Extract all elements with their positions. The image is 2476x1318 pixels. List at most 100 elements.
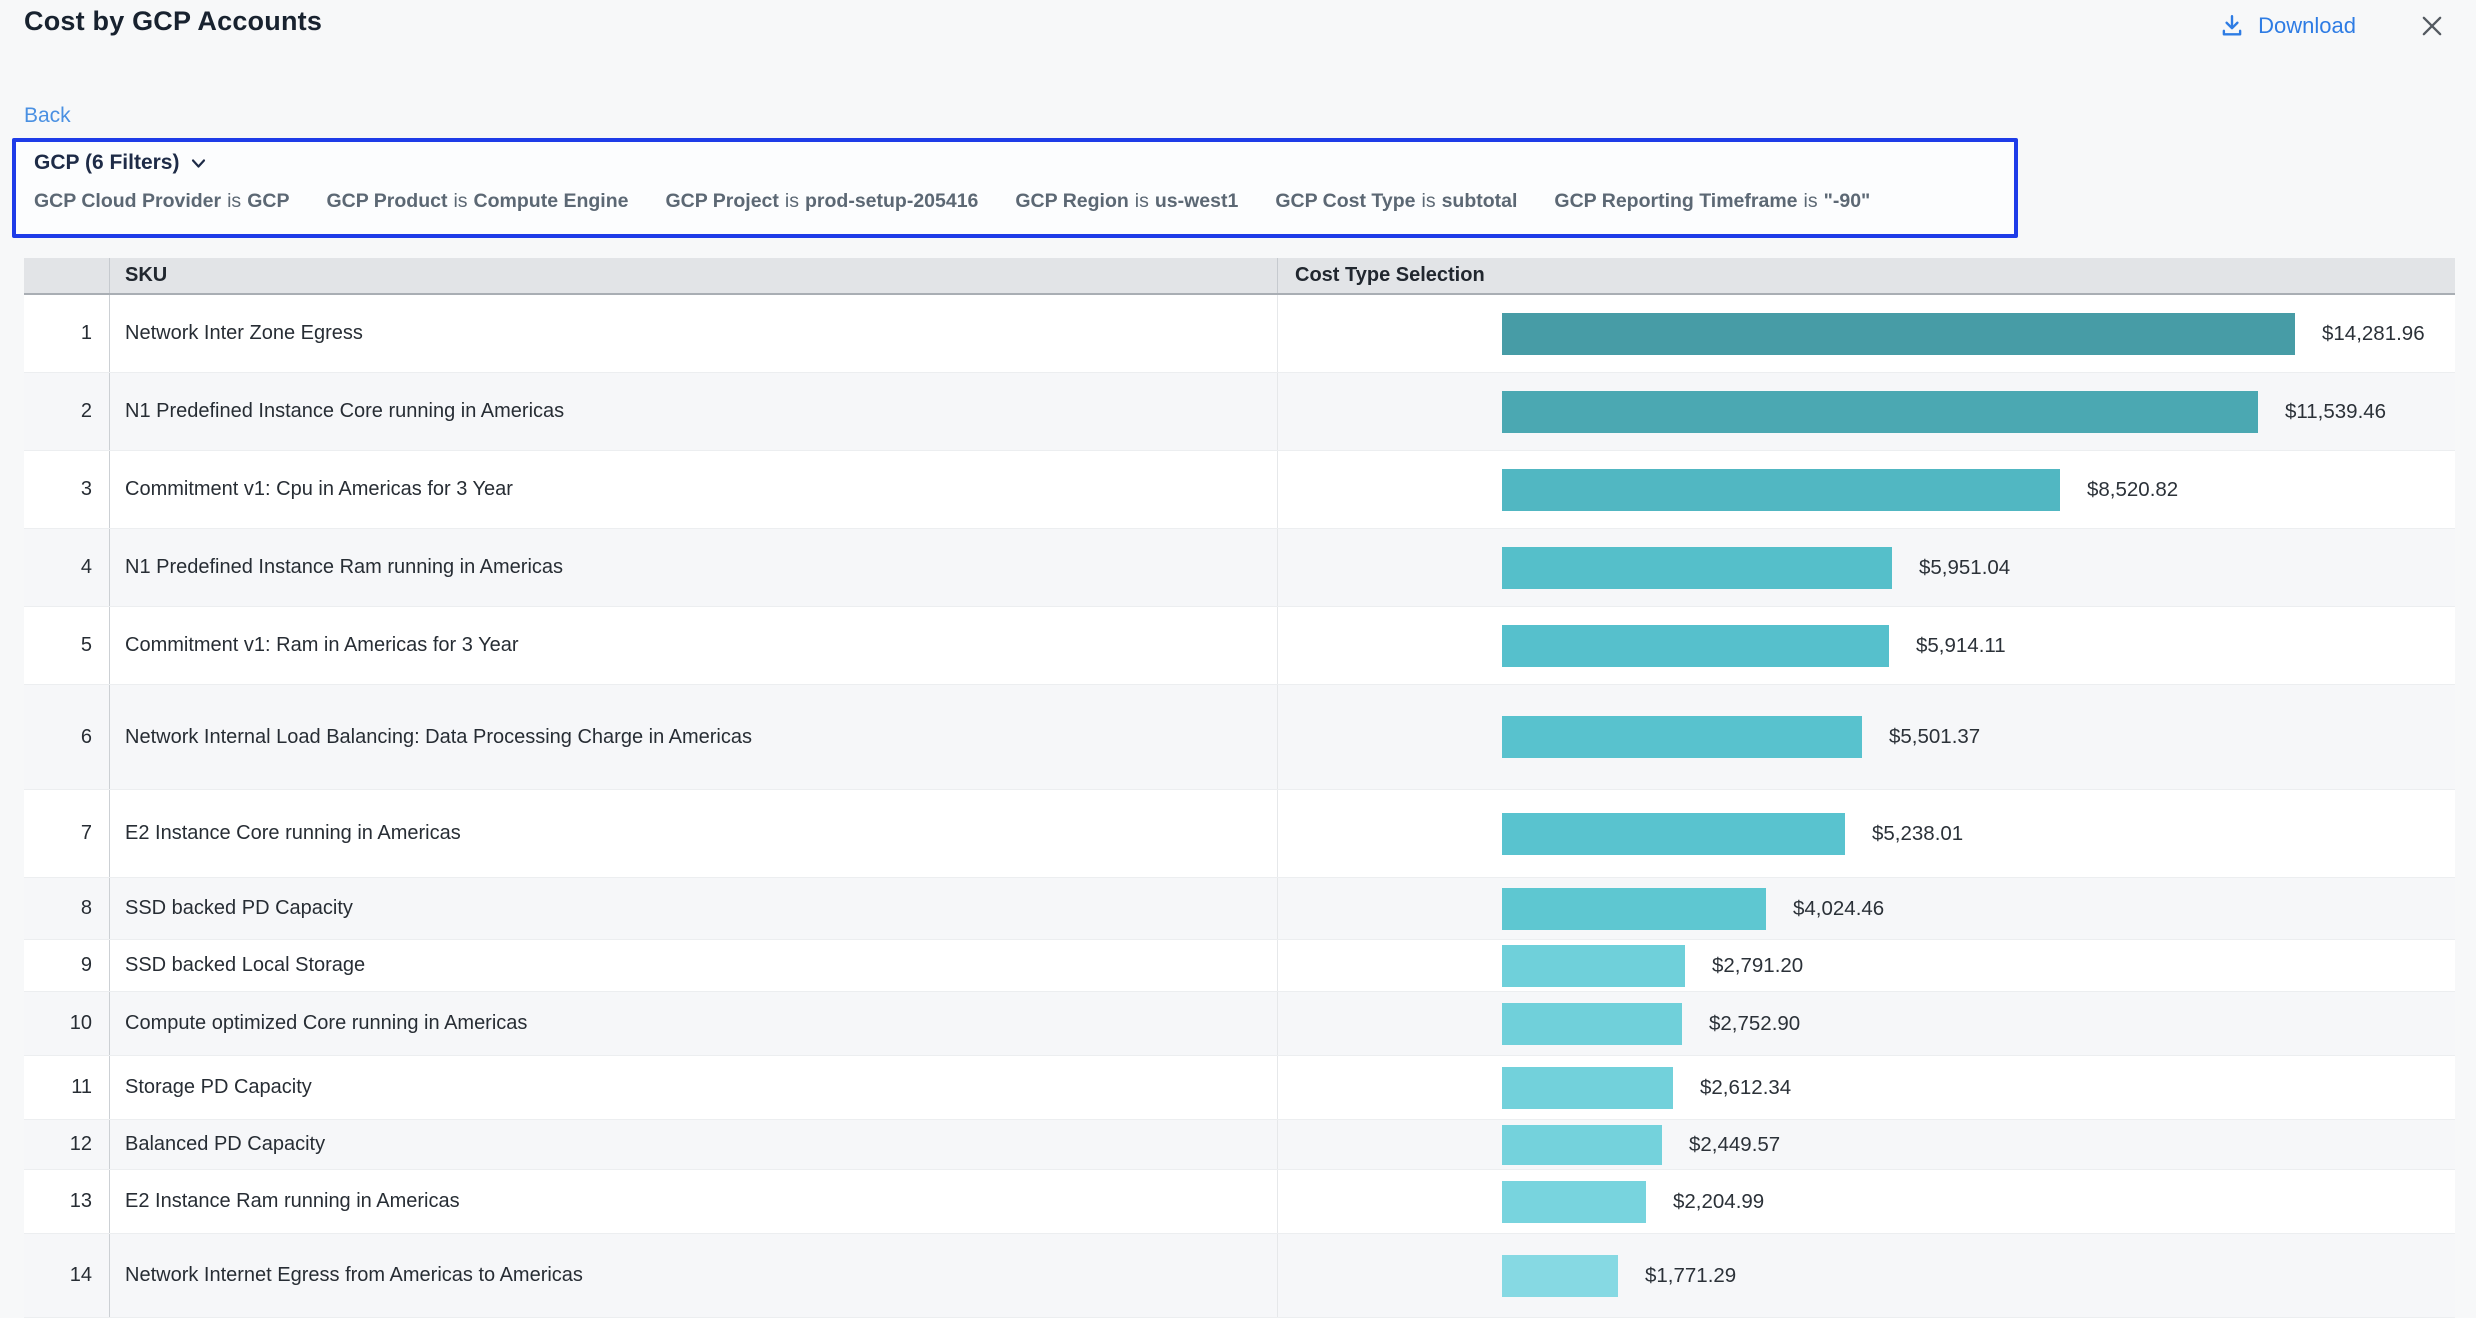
close-button[interactable] [2418,12,2446,40]
table-row[interactable]: 3 Commitment v1: Cpu in Americas for 3 Y… [24,451,2455,529]
filter-summary-dropdown[interactable]: GCP (6 Filters) [34,151,207,175]
bar-cell: $4,024.46 [1278,878,2455,939]
cost-report-modal: { "header": { "title": "Cost by GCP Acco… [0,0,2476,1314]
cost-bar[interactable] [1502,1067,1673,1109]
bar-cell: $2,612.34 [1278,1056,2455,1119]
cost-bar[interactable] [1502,888,1766,930]
bar-cell: $2,791.20 [1278,940,2455,991]
table-row[interactable]: 2 N1 Predefined Instance Core running in… [24,373,2455,451]
sku-cell: N1 Predefined Instance Ram running in Am… [110,529,1278,606]
sku-cell: N1 Predefined Instance Core running in A… [110,373,1278,450]
sku-cell: Balanced PD Capacity [110,1120,1278,1169]
table-header: SKU Cost Type Selection [24,258,2455,295]
cost-amount: $1,771.29 [1645,1264,1736,1288]
bar-cell: $8,520.82 [1278,451,2455,528]
cost-bar[interactable] [1502,1125,1662,1165]
row-number: 10 [24,992,110,1055]
filter-value: Compute Engine [474,190,629,213]
filter-field: GCP Product [326,190,447,213]
table-body: 1 Network Inter Zone Egress $14,281.96 2… [24,295,2455,1318]
cost-amount: $11,539.46 [2285,400,2386,424]
sku-cell: Compute optimized Core running in Americ… [110,992,1278,1055]
table-row[interactable]: 10 Compute optimized Core running in Ame… [24,992,2455,1056]
cost-bar[interactable] [1502,716,1862,758]
row-number: 3 [24,451,110,528]
row-number: 6 [24,685,110,789]
filter-field: GCP Cloud Provider [34,190,221,213]
cost-amount: $5,501.37 [1889,725,1980,749]
cost-bar[interactable] [1502,391,2258,433]
filter-value: subtotal [1442,190,1518,213]
download-label: Download [2258,13,2356,39]
row-number: 1 [24,295,110,372]
table-row[interactable]: 11 Storage PD Capacity $2,612.34 [24,1056,2455,1120]
cost-bar[interactable] [1502,625,1889,667]
table-row[interactable]: 6 Network Internal Load Balancing: Data … [24,685,2455,790]
filter-value: GCP [247,190,289,213]
sku-cell: E2 Instance Core running in Americas [110,790,1278,877]
download-button[interactable]: Download [2219,13,2356,39]
filter-field: GCP Cost Type [1275,190,1415,213]
close-icon [2418,12,2446,40]
filter-item[interactable]: GCP Product is Compute Engine [326,190,628,213]
table-row[interactable]: 14 Network Internet Egress from Americas… [24,1234,2455,1318]
column-header-index [24,258,110,293]
cost-bar[interactable] [1502,313,2295,355]
table-row[interactable]: 9 SSD backed Local Storage $2,791.20 [24,940,2455,992]
filter-operator: is [1135,190,1149,213]
column-header-sku: SKU [110,258,1278,293]
bar-cell: $14,281.96 [1278,295,2455,372]
cost-bar[interactable] [1502,469,2060,511]
row-number: 2 [24,373,110,450]
table-row[interactable]: 7 E2 Instance Core running in Americas $… [24,790,2455,878]
row-number: 7 [24,790,110,877]
cost-bar[interactable] [1502,1255,1618,1297]
filter-panel: GCP (6 Filters) GCP Cloud Provider is GC… [12,138,2018,238]
cost-bar[interactable] [1502,547,1892,589]
table-row[interactable]: 4 N1 Predefined Instance Ram running in … [24,529,2455,607]
filter-list: GCP Cloud Provider is GCP GCP Product is… [34,190,2014,213]
bar-cell: $2,752.90 [1278,992,2455,1055]
filter-value: "-90" [1824,190,1871,213]
sku-cell: Commitment v1: Cpu in Americas for 3 Yea… [110,451,1278,528]
bar-cell: $11,539.46 [1278,373,2455,450]
table-row[interactable]: 1 Network Inter Zone Egress $14,281.96 [24,295,2455,373]
table-row[interactable]: 12 Balanced PD Capacity $2,449.57 [24,1120,2455,1170]
filter-item[interactable]: GCP Region is us-west1 [1015,190,1238,213]
cost-bar[interactable] [1502,1003,1682,1045]
chevron-down-icon [190,155,207,172]
table-row[interactable]: 8 SSD backed PD Capacity $4,024.46 [24,878,2455,940]
download-icon [2219,13,2245,39]
cost-amount: $2,752.90 [1709,1012,1800,1036]
sku-cell: Commitment v1: Ram in Americas for 3 Yea… [110,607,1278,684]
filter-operator: is [227,190,241,213]
filter-item[interactable]: GCP Reporting Timeframe is "-90" [1554,190,1870,213]
table-row[interactable]: 13 E2 Instance Ram running in Americas $… [24,1170,2455,1234]
sku-cell: SSD backed PD Capacity [110,878,1278,939]
cost-amount: $5,914.11 [1916,634,2006,658]
bar-cell: $1,771.29 [1278,1234,2455,1317]
cost-amount: $8,520.82 [2087,478,2178,502]
filter-operator: is [1804,190,1818,213]
row-number: 11 [24,1056,110,1119]
cost-bar[interactable] [1502,813,1845,855]
filter-field: GCP Reporting Timeframe [1554,190,1797,213]
cost-amount: $2,791.20 [1712,954,1803,978]
filter-field: GCP Project [665,190,778,213]
bar-cell: $5,238.01 [1278,790,2455,877]
row-number: 13 [24,1170,110,1233]
filter-item[interactable]: GCP Cost Type is subtotal [1275,190,1517,213]
bar-cell: $5,951.04 [1278,529,2455,606]
back-link[interactable]: Back [24,104,71,128]
filter-item[interactable]: GCP Cloud Provider is GCP [34,190,289,213]
cost-bar[interactable] [1502,1181,1646,1223]
bar-cell: $2,204.99 [1278,1170,2455,1233]
filter-item[interactable]: GCP Project is prod-setup-205416 [665,190,978,213]
row-number: 12 [24,1120,110,1169]
table-row[interactable]: 5 Commitment v1: Ram in Americas for 3 Y… [24,607,2455,685]
cost-amount: $2,449.57 [1689,1133,1780,1157]
cost-amount: $5,238.01 [1872,822,1963,846]
filter-value: us-west1 [1155,190,1238,213]
cost-amount: $14,281.96 [2322,322,2425,346]
cost-bar[interactable] [1502,945,1685,987]
